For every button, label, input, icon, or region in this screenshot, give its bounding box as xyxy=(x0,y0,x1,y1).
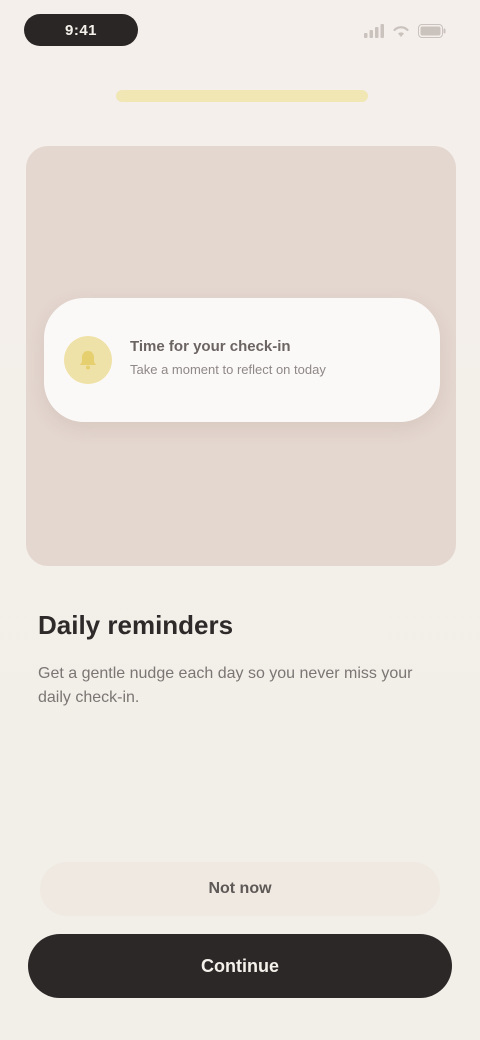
onboarding-progress-bar xyxy=(116,90,368,102)
notification-text: Time for your check-in Take a moment to … xyxy=(130,338,420,378)
notification-body: Take a moment to reflect on today xyxy=(130,362,326,377)
onboarding-screen: 9:41 Time for your check-in Take a momen… xyxy=(0,0,480,1040)
status-time: 9:41 xyxy=(24,14,138,46)
continue-button[interactable]: Continue xyxy=(28,934,452,998)
not-now-button[interactable]: Not now xyxy=(40,862,440,916)
page-description: Get a gentle nudge each day so you never… xyxy=(38,665,413,706)
battery-icon xyxy=(418,24,446,38)
bell-icon xyxy=(64,336,112,384)
notification-preview: Time for your check-in Take a moment to … xyxy=(44,298,440,422)
wifi-icon xyxy=(392,24,410,38)
illustration-card: Time for your check-in Take a moment to … xyxy=(26,146,456,566)
page-title: Daily reminders xyxy=(38,610,234,640)
status-bar: 9:41 xyxy=(0,0,480,64)
signal-icon xyxy=(364,24,384,38)
status-icons xyxy=(364,22,446,40)
progress-fill xyxy=(116,90,368,102)
notification-title: Time for your check-in xyxy=(130,338,291,355)
